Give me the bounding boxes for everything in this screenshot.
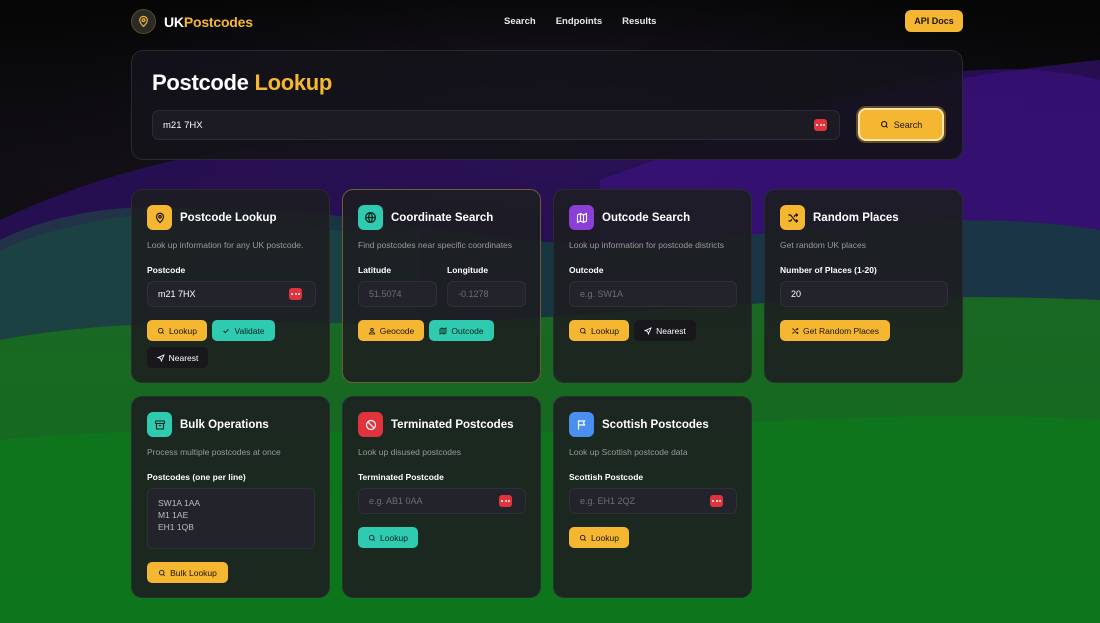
top-nav: UKPostcodes Search Endpoints Results API… (0, 0, 1100, 44)
card-description: Look up information for postcode distric… (569, 240, 724, 250)
navigation-arrow-icon (156, 353, 165, 362)
bulk-postcodes-textarea[interactable]: SW1A 1AA M1 1AE EH1 1QB (147, 488, 315, 549)
scottish-postcode-input[interactable]: e.g. EH1 2QZ (569, 488, 737, 514)
map-icon (439, 326, 447, 335)
postcode-input[interactable]: m21 7HX (147, 281, 316, 307)
scottish-postcode-label: Scottish Postcode (569, 472, 644, 482)
lookup-button[interactable]: Lookup (569, 320, 629, 341)
archive-box-icon (147, 412, 172, 437)
hero-search-button[interactable]: Search (858, 108, 944, 141)
card-postcode-lookup: Postcode Lookup Look up information for … (131, 189, 330, 383)
shuffle-icon (780, 205, 805, 230)
card-title: Bulk Operations (180, 418, 269, 431)
card-title: Scottish Postcodes (602, 418, 709, 431)
card-terminated-postcodes: Terminated Postcodes Look up disused pos… (342, 396, 541, 598)
card-description: Look up Scottish postcode data (569, 447, 688, 457)
postcode-label: Postcode (147, 265, 186, 275)
card-title: Terminated Postcodes (391, 418, 514, 431)
search-icon (880, 121, 888, 128)
latitude-label: Latitude (358, 265, 392, 275)
map-pin-icon (131, 9, 156, 34)
longitude-label: Longitude (447, 265, 489, 275)
card-scottish-postcodes: Scottish Postcodes Look up Scottish post… (553, 396, 752, 598)
password-manager-icon[interactable] (710, 495, 723, 507)
latitude-input[interactable]: 51.5074 (358, 281, 437, 307)
brand-name: UKPostcodes (164, 13, 253, 30)
nav-link-search[interactable]: Search (504, 16, 536, 27)
get-random-places-button[interactable]: Get Random Places (780, 320, 890, 341)
api-docs-button[interactable]: API Docs (905, 10, 963, 32)
map-icon (569, 205, 594, 230)
check-icon (223, 328, 230, 333)
password-manager-icon[interactable] (499, 495, 512, 507)
flag-icon (569, 412, 594, 437)
card-title: Outcode Search (602, 211, 691, 224)
nearest-button[interactable]: Nearest (147, 347, 208, 368)
shuffle-icon (791, 327, 799, 334)
card-description: Look up information for any UK postcode. (147, 240, 304, 250)
card-outcode-search: Outcode Search Look up information for p… (553, 189, 752, 383)
ban-icon (358, 412, 383, 437)
card-title: Postcode Lookup (180, 211, 277, 224)
globe-icon (358, 205, 383, 230)
hero-search-panel: Postcode Lookup m21 7HX Search (131, 50, 963, 160)
card-description: Process multiple postcodes at once (147, 447, 281, 457)
number-of-places-input[interactable]: 20 (780, 281, 948, 307)
search-icon (158, 569, 166, 576)
outcode-button[interactable]: Outcode (429, 320, 494, 341)
search-icon (579, 534, 587, 541)
card-coordinate-search: Coordinate Search Find postcodes near sp… (342, 189, 541, 383)
longitude-input[interactable]: -0.1278 (447, 281, 526, 307)
outcode-label: Outcode (569, 265, 604, 275)
brand-logo-link[interactable]: UKPostcodes (131, 9, 253, 34)
hero-search-input[interactable]: m21 7HX (152, 110, 840, 140)
password-manager-icon[interactable] (289, 288, 302, 300)
terminated-postcode-input[interactable]: e.g. AB1 0AA (358, 488, 526, 514)
nearest-button[interactable]: Nearest (634, 320, 696, 341)
nav-links: Search Endpoints Results (504, 16, 656, 27)
number-of-places-label: Number of Places (1-20) (780, 265, 877, 275)
geocode-button[interactable]: Geocode (358, 320, 424, 341)
card-title: Random Places (813, 211, 899, 224)
postcodes-label: Postcodes (one per line) (147, 472, 246, 482)
card-title: Coordinate Search (391, 211, 494, 224)
card-bulk-operations: Bulk Operations Process multiple postcod… (131, 396, 330, 598)
search-icon (368, 534, 376, 541)
nav-link-results[interactable]: Results (622, 16, 656, 27)
lookup-button[interactable]: Lookup (147, 320, 207, 341)
page-title: Postcode Lookup (152, 70, 333, 95)
navigation-arrow-icon (644, 326, 652, 335)
password-manager-icon[interactable] (814, 119, 827, 131)
card-description: Find postcodes near specific coordinates (358, 240, 513, 250)
validate-button[interactable]: Validate (212, 320, 275, 341)
user-pin-icon (368, 327, 375, 334)
lookup-button[interactable]: Lookup (358, 527, 418, 548)
search-icon (579, 327, 587, 334)
map-pin-icon (147, 205, 172, 230)
card-description: Get random UK places (780, 240, 866, 250)
terminated-postcode-label: Terminated Postcode (358, 472, 444, 482)
outcode-input[interactable]: e.g. SW1A (569, 281, 737, 307)
nav-link-endpoints[interactable]: Endpoints (556, 16, 602, 27)
card-description: Look up disused postcodes (358, 447, 462, 457)
search-icon (157, 327, 165, 334)
card-random-places: Random Places Get random UK places Numbe… (764, 189, 963, 383)
hero-search-value: m21 7HX (163, 119, 203, 131)
bulk-lookup-button[interactable]: Bulk Lookup (147, 562, 228, 583)
lookup-button[interactable]: Lookup (569, 527, 629, 548)
